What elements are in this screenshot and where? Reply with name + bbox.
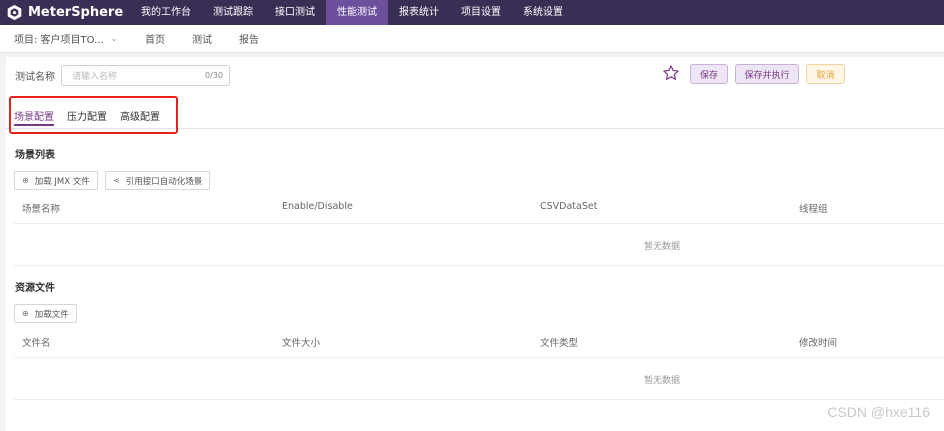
tabs-highlight-annotation [9, 96, 178, 134]
scene-list-title: 场景列表 [15, 150, 55, 161]
subnav-home[interactable]: 首页 [145, 31, 165, 46]
reference-api-scenario-button[interactable]: ⋖ 引用接口自动化场景 [105, 171, 211, 190]
chevron-down-icon: ⌄ [110, 34, 118, 43]
plus-circle-icon: ⊕ [22, 176, 29, 185]
resource-table-bottom-divider [14, 399, 944, 400]
nav-project-settings[interactable]: 项目设置 [450, 0, 512, 25]
main-nav: 我的工作台 测试跟踪 接口测试 性能测试 报表统计 项目设置 系统设置 [130, 0, 574, 25]
resource-table-header-divider [14, 357, 944, 358]
col-file-type: 文件类型 [540, 338, 579, 349]
load-jmx-button[interactable]: ⊕ 加载 JMX 文件 [14, 171, 98, 190]
nav-test-track[interactable]: 测试跟踪 [202, 0, 264, 25]
test-name-row: 测试名称 请输入名称 0/30 [15, 65, 230, 86]
nav-workbench[interactable]: 我的工作台 [130, 0, 202, 25]
test-name-label: 测试名称 [15, 72, 55, 83]
col-modified-time: 修改时间 [799, 338, 838, 349]
nav-system-settings[interactable]: 系统设置 [512, 0, 574, 25]
load-jmx-label: 加载 JMX 文件 [34, 176, 90, 187]
plus-circle-icon: ⊕ [22, 309, 29, 318]
col-enable-disable: Enable/Disable [282, 201, 353, 212]
star-icon[interactable] [662, 64, 680, 82]
scene-table-empty-text: 暂无数据 [644, 242, 681, 252]
load-file-button[interactable]: ⊕ 加载文件 [14, 304, 77, 323]
nav-performance-test[interactable]: 性能测试 [326, 0, 388, 25]
resource-files-title: 资源文件 [15, 283, 55, 294]
subnav-test[interactable]: 测试 [192, 31, 212, 46]
brand-name: MeterSphere [28, 5, 124, 20]
cancel-button[interactable]: 取消 [806, 64, 845, 84]
reference-api-scenario-label: 引用接口自动化场景 [125, 176, 203, 187]
scene-table-header-divider [14, 223, 944, 224]
col-thread-group: 线程组 [799, 204, 828, 215]
save-and-execute-button[interactable]: 保存并执行 [735, 64, 799, 84]
col-scene-name: 场景名称 [22, 204, 61, 215]
scene-table-header: 场景名称 Enable/Disable CSVDataSet 线程组 [14, 196, 944, 220]
project-selector[interactable]: 项目: 客户项目TO... ⌄ [0, 31, 128, 46]
test-editor-panel: 测试名称 请输入名称 0/30 保存 保存并执行 取消 场景配置 压力配置 高级… [6, 57, 944, 431]
load-file-label: 加载文件 [34, 309, 69, 320]
subnav-report[interactable]: 报告 [239, 31, 259, 46]
col-file-size: 文件大小 [282, 338, 321, 349]
test-name-char-count: 0/30 [205, 71, 223, 80]
project-selector-label: 项目: 客户项目TO... [14, 35, 104, 46]
col-csv-dataset: CSVDataSet [540, 201, 598, 212]
sub-navbar: 项目: 客户项目TO... ⌄ 首页 测试 报告 [0, 25, 944, 53]
col-file-name: 文件名 [22, 338, 51, 349]
csdn-watermark: CSDN @hxe116 [827, 404, 930, 420]
test-name-input[interactable]: 请输入名称 0/30 [61, 65, 230, 86]
nav-api-test[interactable]: 接口测试 [264, 0, 326, 25]
brand-logo[interactable]: MeterSphere [0, 0, 130, 25]
sub-nav: 首页 测试 报告 [145, 31, 286, 46]
test-name-placeholder: 请输入名称 [72, 72, 118, 82]
resource-table-empty-text: 暂无数据 [644, 376, 681, 386]
top-navbar: MeterSphere 我的工作台 测试跟踪 接口测试 性能测试 报表统计 项目… [0, 0, 944, 25]
nav-report-stats[interactable]: 报表统计 [388, 0, 450, 25]
share-icon: ⋖ [113, 176, 120, 185]
scene-table-bottom-divider [14, 265, 944, 266]
resource-table-header: 文件名 文件大小 文件类型 修改时间 [14, 330, 944, 354]
save-button[interactable]: 保存 [690, 64, 728, 84]
metersphere-logo-icon [7, 4, 22, 21]
